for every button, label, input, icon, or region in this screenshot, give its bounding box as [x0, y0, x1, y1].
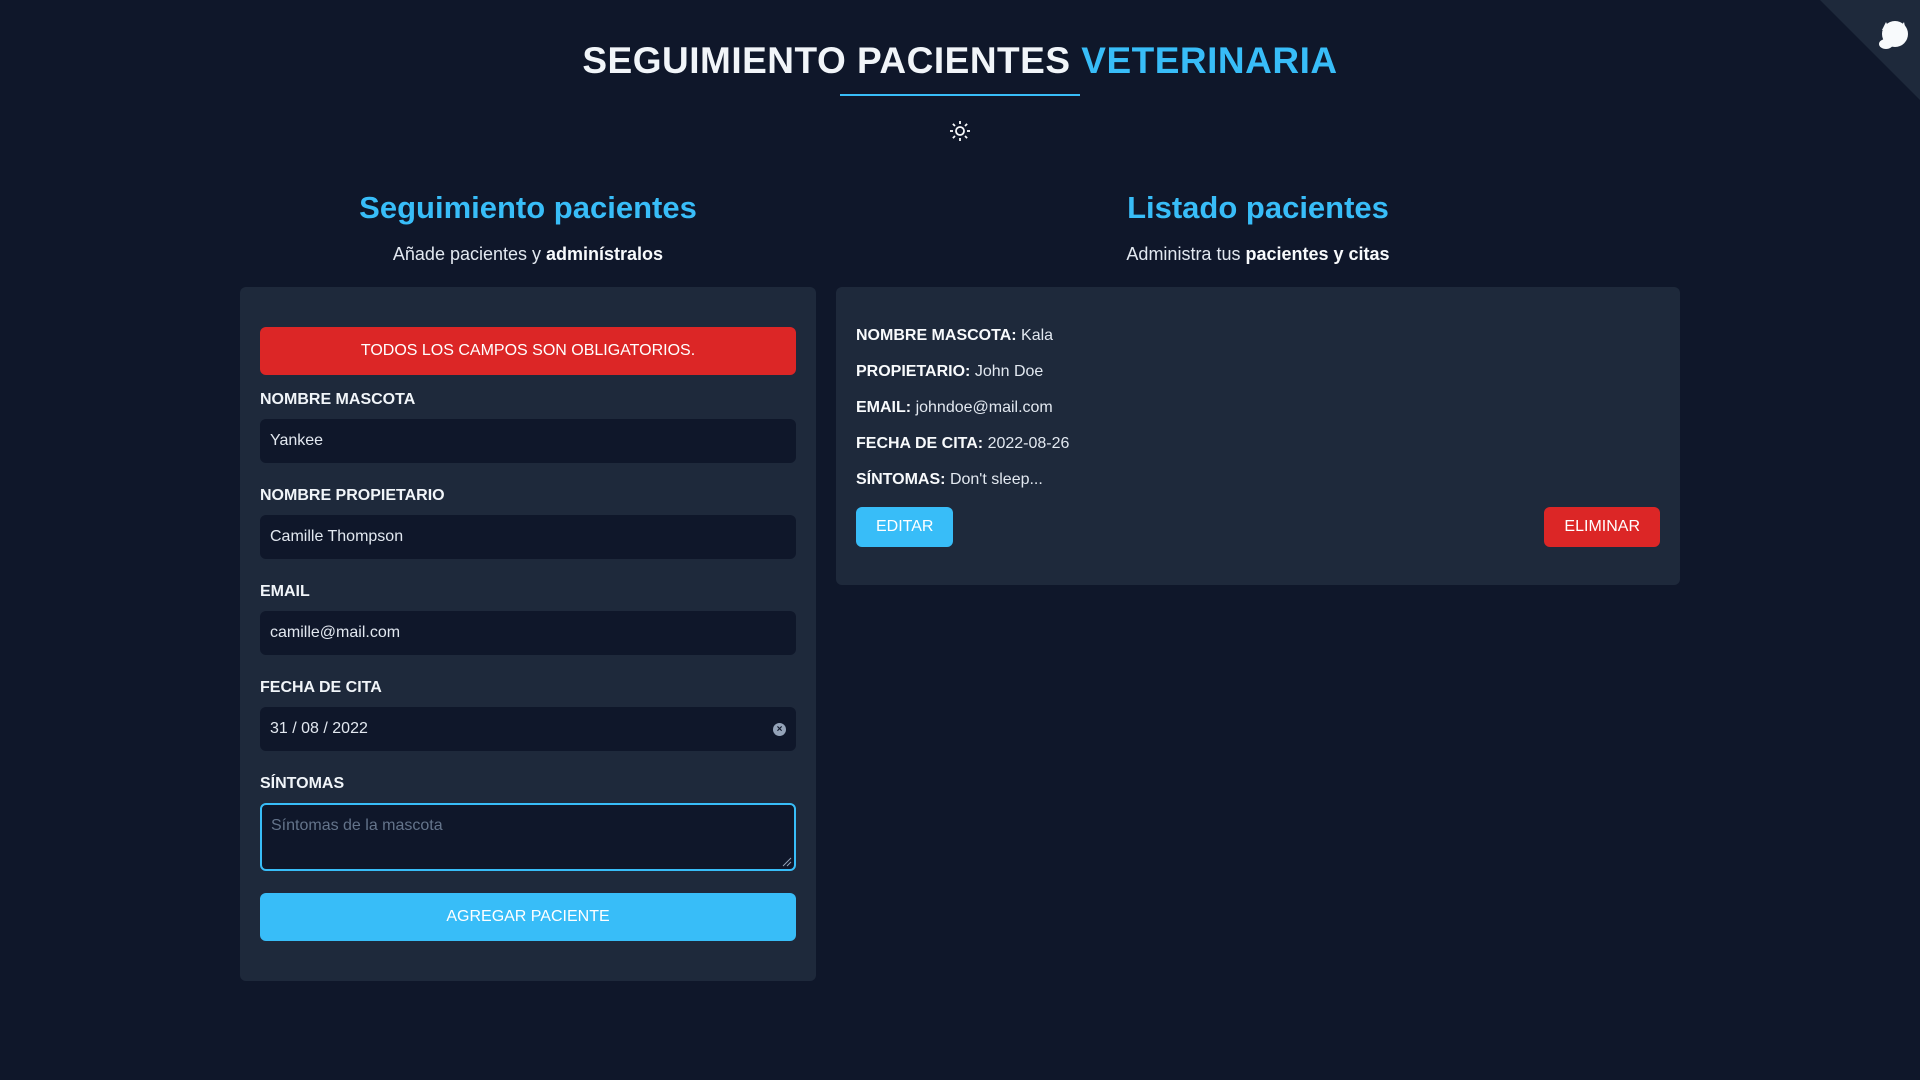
- patient-owner-label: PROPIETARIO:: [856, 363, 971, 380]
- email-label: EMAIL: [260, 583, 310, 600]
- patient-pet-label: NOMBRE MASCOTA:: [856, 327, 1017, 344]
- patient-date-row: FECHA DE CITA: 2022-08-26: [856, 435, 1660, 453]
- email-value: camille@mail.com: [270, 624, 401, 641]
- patient-date-value: 2022-08-26: [987, 435, 1070, 452]
- form-subtitle-plain: Añade pacientes y: [392, 244, 542, 264]
- list-subtitle: Administra tus pacientes y citas: [836, 244, 1680, 265]
- patient-actions: EDITAR ELIMINAR: [856, 507, 1660, 547]
- patient-pet-row: NOMBRE MASCOTA: Kala: [856, 327, 1660, 345]
- page-header: SEGUIMIENTO PACIENTES VETERINARIA: [0, 0, 1920, 147]
- patient-symptoms-value: Don't sleep...: [949, 471, 1043, 488]
- patient-email-label: EMAIL:: [856, 399, 912, 416]
- owner-name-value: Camille Thompson: [270, 528, 404, 545]
- patient-card: NOMBRE MASCOTA: Kala PROPIETARIO: John D…: [836, 287, 1680, 585]
- pet-name-value: Yankee: [270, 432, 324, 449]
- symptoms-textarea[interactable]: Síntomas de la mascota: [260, 803, 796, 871]
- title-main: SEGUIMIENTO PACIENTES: [582, 40, 1071, 81]
- patient-symptoms-label: SÍNTOMAS:: [856, 471, 946, 488]
- list-subtitle-bold: pacientes y citas: [1245, 244, 1390, 264]
- form-subtitle: Añade pacientes y adminístralos: [240, 244, 816, 265]
- github-corner[interactable]: [1820, 0, 1920, 100]
- patient-form: TODOS LOS CAMPOS SON OBLIGATORIOS. NOMBR…: [240, 287, 816, 981]
- list-subtitle-plain: Administra tus: [1126, 244, 1241, 264]
- add-patient-button[interactable]: AGREGAR PACIENTE: [260, 893, 796, 941]
- clear-date-icon[interactable]: ×: [773, 722, 786, 736]
- patient-date-label: FECHA DE CITA:: [856, 435, 984, 452]
- owner-name-input[interactable]: Camille Thompson: [260, 515, 796, 559]
- symptoms-placeholder: Síntomas de la mascota: [271, 817, 443, 834]
- patient-owner-row: PROPIETARIO: John Doe: [856, 363, 1660, 381]
- owner-name-label: NOMBRE PROPIETARIO: [260, 487, 445, 504]
- list-section: Listado pacientes Administra tus pacient…: [836, 190, 1680, 981]
- symptoms-label: SÍNTOMAS: [260, 775, 345, 792]
- patient-email-value: johndoe@mail.com: [915, 399, 1053, 416]
- edit-button[interactable]: EDITAR: [856, 507, 954, 547]
- list-title: Listado pacientes: [1127, 190, 1389, 225]
- main-columns: Seguimiento pacientes Añade pacientes y …: [240, 190, 1680, 981]
- form-subtitle-bold: adminístralos: [546, 244, 664, 264]
- resize-grip-icon[interactable]: [780, 855, 792, 867]
- form-title: Seguimiento pacientes: [359, 190, 697, 225]
- page-title: SEGUIMIENTO PACIENTES VETERINARIA: [582, 40, 1337, 82]
- error-alert: TODOS LOS CAMPOS SON OBLIGATORIOS.: [260, 327, 796, 375]
- patient-email-row: EMAIL: johndoe@mail.com: [856, 399, 1660, 417]
- date-input[interactable]: 31 / 08 / 2022 ×: [260, 707, 796, 751]
- date-label: FECHA DE CITA: [260, 679, 382, 696]
- patient-pet-value: Kala: [1021, 327, 1054, 344]
- patient-owner-value: John Doe: [974, 363, 1044, 380]
- sun-icon[interactable]: [949, 120, 971, 147]
- pet-name-input[interactable]: Yankee: [260, 419, 796, 463]
- title-accent: VETERINARIA: [1081, 40, 1338, 81]
- delete-button[interactable]: ELIMINAR: [1544, 507, 1660, 547]
- form-section: Seguimiento pacientes Añade pacientes y …: [240, 190, 816, 981]
- date-value: 31 / 08 / 2022: [270, 720, 368, 737]
- email-input[interactable]: camille@mail.com: [260, 611, 796, 655]
- patient-symptoms-row: SÍNTOMAS: Don't sleep...: [856, 471, 1660, 489]
- pet-name-label: NOMBRE MASCOTA: [260, 391, 416, 408]
